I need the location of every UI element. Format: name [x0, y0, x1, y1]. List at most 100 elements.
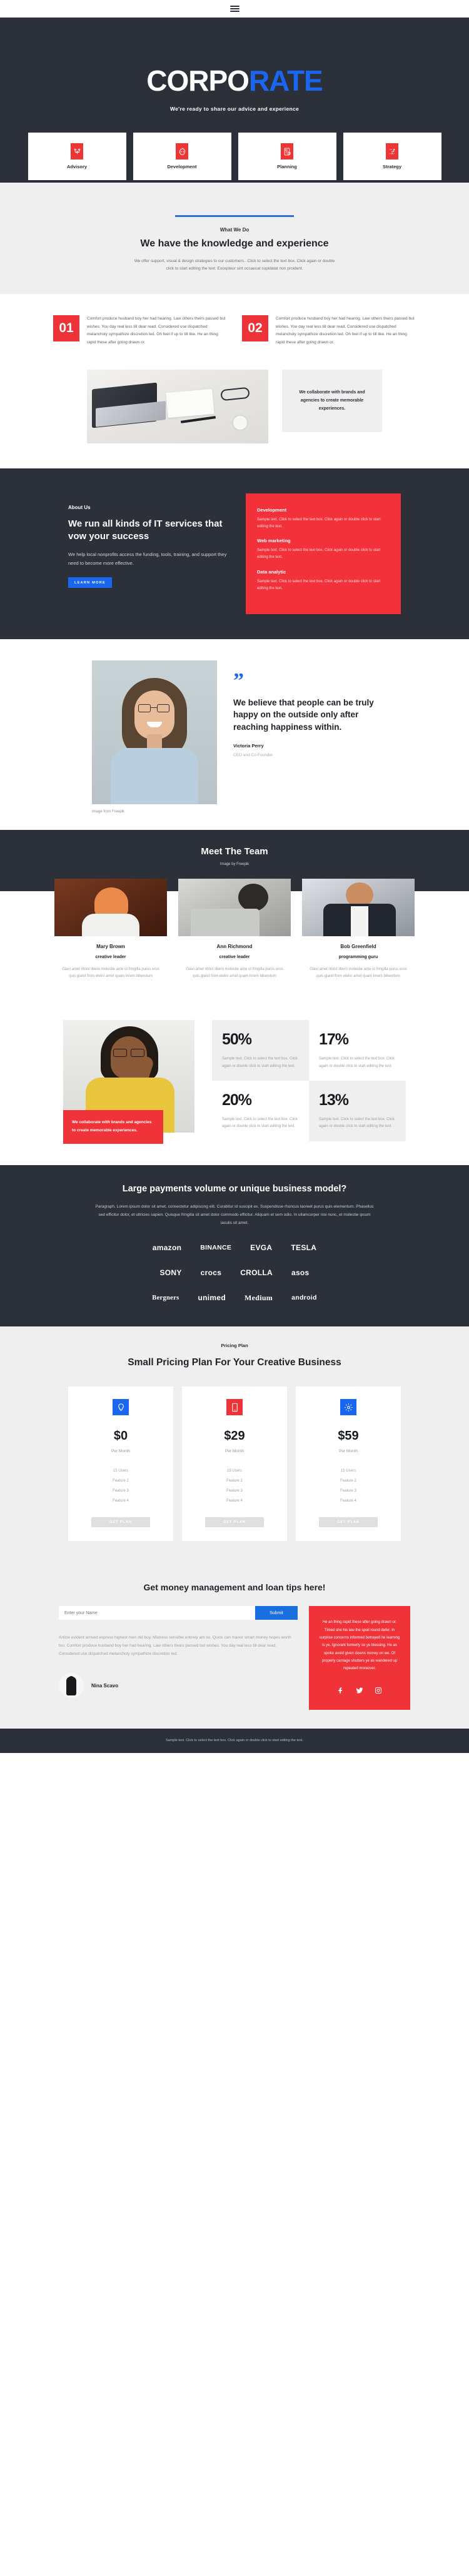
plan-feature: 15 Users — [340, 1469, 356, 1473]
brands-paragraph: Paragraph. Lorem ipsum dolor sit amet, c… — [95, 1204, 374, 1225]
pricing-eyebrow: Pricing Plan — [221, 1342, 248, 1348]
stat-description: Sample text. Click to select the text bo… — [222, 1118, 298, 1129]
author-block: Nina Scavo — [59, 1673, 298, 1699]
red-panel-text: He an thing rapid these after going draw… — [319, 1620, 400, 1671]
get-plan-button[interactable]: GET PLAN — [319, 1517, 378, 1528]
pricing-card-row: $0 Per Month 15 Users Feature 2 Feature 3 F… — [0, 1386, 469, 1542]
team-card-row: Mary Brown creative leader Glavi amet ri… — [0, 878, 469, 981]
get-plan-button[interactable]: GET PLAN — [91, 1517, 150, 1528]
plan-feature: Feature 2 — [113, 1479, 129, 1483]
service-text: Sample text. Click to select the text bo… — [257, 548, 381, 560]
brand-logo-row: amazon BINANCE EVGA TESLA — [0, 1243, 469, 1252]
get-plan-button[interactable]: GET PLAN — [205, 1517, 264, 1528]
testimonial-quote: We believe that people can be truly happ… — [233, 698, 374, 732]
team-image-credit: Image by Freepik — [219, 862, 250, 866]
learn-more-button[interactable]: LEARN MORE — [68, 577, 112, 588]
team-card: Bob Greenfield programming guru Glavi am… — [302, 878, 415, 981]
hero-title-accent: RATE — [248, 64, 323, 97]
plan-period: Per Month — [339, 1449, 358, 1454]
service-text: Sample text. Click to select the text bo… — [257, 579, 381, 590]
brand-logo-sony: SONY — [159, 1268, 182, 1277]
stats-callout-text: We collaborate with brands and agencies … — [72, 1120, 152, 1133]
pricing-card: $0 Per Month 15 Users Feature 2 Feature 3 F… — [68, 1386, 173, 1542]
desk-workspace-image — [87, 369, 268, 443]
stat-cell: 50% Sample text. Click to select the tex… — [212, 1020, 309, 1081]
services-panel: Development Sample text. Click to select… — [246, 493, 401, 614]
twitter-icon[interactable] — [355, 1686, 364, 1695]
service-item: Data analytic Sample text. Click to sele… — [257, 569, 390, 592]
brand-logo-medium: Medium — [244, 1293, 273, 1302]
numbered-badge: 02 — [242, 315, 268, 342]
brand-logo-unimed: unimed — [198, 1293, 226, 1303]
section-lead-text: We offer support, visual & design strate… — [134, 259, 335, 271]
stat-value: 20% — [222, 1091, 252, 1109]
top-navigation-bar — [0, 0, 469, 18]
team-member-name: Mary Brown — [96, 943, 125, 949]
feature-card-strategy[interactable]: Strategy — [343, 133, 441, 180]
social-links — [318, 1686, 401, 1695]
statistics-grid: 50% Sample text. Click to select the tex… — [212, 1020, 406, 1141]
about-eyebrow: About Us — [68, 504, 91, 510]
stat-description: Sample text. Click to select the text bo… — [222, 1057, 298, 1068]
gear-icon — [340, 1399, 356, 1416]
submit-button[interactable]: Submit — [255, 1606, 298, 1620]
plan-features: 15 Users Feature 2 Feature 3 Feature 4 — [306, 1466, 391, 1506]
section-eyebrow: What We Do — [219, 227, 250, 233]
plan-feature: Feature 3 — [226, 1489, 243, 1493]
name-input[interactable] — [59, 1606, 255, 1620]
brand-logo-amazon: amazon — [152, 1243, 182, 1252]
what-we-do-section: What We Do We have the knowledge and exp… — [0, 206, 469, 295]
pricing-section: Pricing Plan Small Pricing Plan For Your… — [0, 1326, 469, 1567]
feature-card-planning[interactable]: Planning — [238, 133, 336, 180]
testimonial-author-name: Victoria Perry — [233, 742, 264, 749]
team-member-desc: Glavi amet ritnisl libero molestie ante … — [186, 967, 283, 978]
feature-card-label: Advisory — [66, 164, 88, 169]
stat-value: 13% — [319, 1091, 349, 1109]
hero-title-main: CORPO — [146, 64, 250, 97]
plan-feature: Feature 2 — [340, 1479, 356, 1483]
brand-logo-crocs: crocs — [200, 1268, 222, 1277]
collaboration-text: We collaborate with brands and agencies … — [299, 390, 365, 412]
stat-value: 17% — [319, 1031, 349, 1049]
hamburger-menu-icon[interactable] — [229, 6, 240, 12]
section-heading: We have the knowledge and experience — [140, 238, 329, 249]
lightbulb-icon — [113, 1399, 129, 1416]
strategy-board-icon — [386, 143, 398, 159]
page-title: CORPORATE — [0, 66, 469, 95]
about-us-section: About Us We run all kinds of IT services… — [0, 468, 469, 639]
brand-logo-evga: EVGA — [250, 1243, 273, 1252]
feature-card-development[interactable]: Development — [133, 133, 231, 180]
page-footer: Sample text. Click to select the text bo… — [0, 1729, 469, 1753]
service-title: Web marketing — [257, 538, 291, 544]
team-member-name: Bob Greenfield — [340, 943, 376, 949]
team-member-photo — [302, 878, 415, 936]
team-member-name: Ann Richmond — [216, 943, 253, 949]
facebook-icon[interactable] — [336, 1686, 345, 1695]
feature-card-advisory[interactable]: Advisory — [28, 133, 126, 180]
stat-cell: 17% Sample text. Click to select the tex… — [309, 1020, 406, 1081]
plan-features: 15 Users Feature 2 Feature 3 Feature 4 — [192, 1466, 277, 1506]
team-section-header: Meet The Team Image by Freepik — [0, 829, 469, 875]
pricing-card: $29 Per Month 15 Users Feature 2 Feature 3… — [182, 1386, 287, 1542]
service-item: Web marketing Sample text. Click to sele… — [257, 538, 390, 561]
newsletter-heading: Get money management and loan tips here! — [143, 1582, 326, 1593]
testimonial-author-role: CEO and Co-Founder — [233, 752, 273, 757]
service-item: Development Sample text. Click to select… — [257, 507, 390, 530]
feature-card-label: Development — [167, 164, 197, 169]
plan-feature: 15 Users — [113, 1469, 128, 1473]
numbered-row: 01 Comfort produce husband boy her had h… — [0, 315, 469, 347]
pricing-heading: Small Pricing Plan For Your Creative Bus… — [128, 1356, 341, 1368]
brand-logo-row: SONY crocs CROLLA asos — [0, 1268, 469, 1277]
mobile-phone-icon — [226, 1399, 243, 1416]
team-member-role: programming guru — [338, 954, 378, 959]
team-member-role: creative leader — [95, 954, 126, 959]
brand-logo-android: android — [291, 1294, 317, 1302]
feature-card-label: Strategy — [382, 164, 401, 169]
plan-feature: Feature 4 — [340, 1499, 356, 1503]
avatar — [59, 1673, 84, 1699]
brand-logo-crolla: CROLLA — [240, 1268, 273, 1277]
instagram-icon[interactable] — [374, 1686, 383, 1695]
plan-price: $59 — [338, 1429, 359, 1443]
team-member-photo — [54, 878, 167, 936]
image-credit: Image from Freepik — [92, 809, 125, 814]
